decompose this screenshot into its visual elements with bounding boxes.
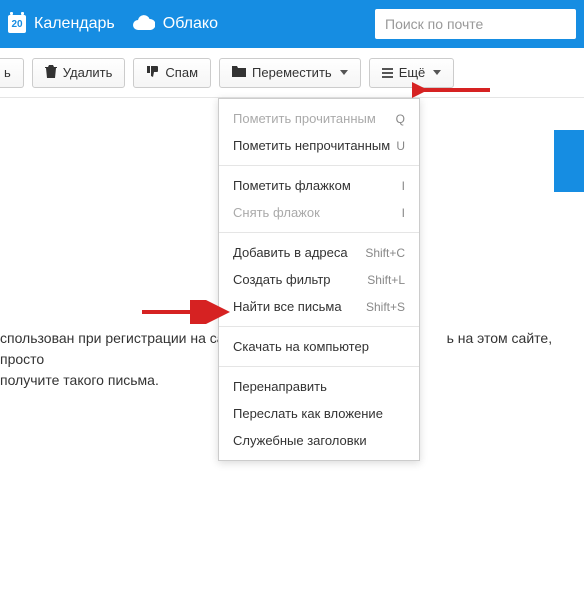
menu-label: Создать фильтр [233,272,331,287]
reply-button-partial[interactable]: ь [0,58,24,88]
menu-mark-unread[interactable]: Пометить непрочитанным U [219,132,419,159]
menu-headers[interactable]: Служебные заголовки [219,427,419,454]
menu-unflag: Снять флажок I [219,199,419,226]
annotation-arrow-download [140,300,230,324]
menu-icon [382,68,393,78]
menu-forward-attachment[interactable]: Переслать как вложение [219,400,419,427]
separator [219,232,419,233]
menu-redirect[interactable]: Перенаправить [219,373,419,400]
toolbar: ь Удалить Спам Переместить Ещё [0,48,584,98]
menu-label: Найти все письма [233,299,342,314]
trash-icon [45,65,57,81]
body-fragment-left: спользован при регистрации на сайт [0,330,239,346]
chevron-down-icon [340,70,348,75]
cloud-label: Облако [163,15,218,33]
delete-button[interactable]: Удалить [32,58,126,88]
more-button[interactable]: Ещё [369,58,455,88]
more-dropdown: Пометить прочитанным Q Пометить непрочит… [218,98,420,461]
menu-label: Пометить прочитанным [233,111,376,126]
separator [219,326,419,327]
menu-label: Снять флажок [233,205,320,220]
separator [219,366,419,367]
topbar: 20 Календарь Облако [0,0,584,48]
reply-label: ь [4,65,11,80]
chevron-down-icon [433,70,441,75]
menu-label: Служебные заголовки [233,433,367,448]
spam-button[interactable]: Спам [133,58,211,88]
calendar-link[interactable]: 20 Календарь [8,15,115,33]
menu-create-filter[interactable]: Создать фильтр Shift+L [219,266,419,293]
search-input[interactable] [385,16,566,32]
shortcut: Shift+L [367,273,405,287]
shortcut: Q [396,112,405,126]
shortcut: I [402,179,405,193]
menu-label: Перенаправить [233,379,327,394]
shortcut: Shift+S [366,300,405,314]
search-box[interactable] [375,9,576,39]
move-label: Переместить [252,65,332,80]
shortcut: U [396,139,405,153]
menu-add-address[interactable]: Добавить в адреса Shift+C [219,239,419,266]
shortcut: I [402,206,405,220]
menu-label: Пометить непрочитанным [233,138,390,153]
menu-find-all[interactable]: Найти все письма Shift+S [219,293,419,320]
cloud-link[interactable]: Облако [133,14,218,35]
side-panel-fragment [554,130,584,192]
move-button[interactable]: Переместить [219,58,361,88]
calendar-icon: 20 [8,15,26,33]
thumbs-down-icon [146,65,159,81]
menu-label: Пометить флажком [233,178,351,193]
cloud-icon [133,14,155,35]
shortcut: Shift+C [365,246,405,260]
menu-flag[interactable]: Пометить флажком I [219,172,419,199]
delete-label: Удалить [63,65,113,80]
separator [219,165,419,166]
menu-download[interactable]: Скачать на компьютер [219,333,419,360]
body-line2: получите такого письма. [0,372,159,388]
calendar-label: Календарь [34,15,115,33]
menu-label: Скачать на компьютер [233,339,369,354]
menu-label: Переслать как вложение [233,406,383,421]
spam-label: Спам [165,65,198,80]
more-label: Ещё [399,65,426,80]
menu-label: Добавить в адреса [233,245,348,260]
folder-icon [232,65,246,80]
menu-mark-read: Пометить прочитанным Q [219,105,419,132]
